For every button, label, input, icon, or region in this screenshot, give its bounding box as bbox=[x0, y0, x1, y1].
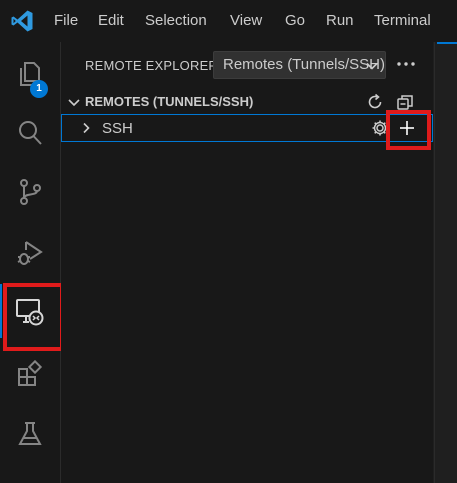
activity-extensions[interactable] bbox=[0, 350, 60, 398]
menu-edit[interactable]: Edit bbox=[98, 12, 124, 29]
editor-tab-accent bbox=[437, 42, 457, 44]
sidebar-header: REMOTE EXPLORER Remotes (Tunnels/SSH) bbox=[61, 42, 433, 87]
section-title: REMOTES (TUNNELS/SSH) bbox=[85, 94, 254, 109]
testing-flask-icon bbox=[18, 422, 42, 445]
chevron-down-icon bbox=[366, 62, 378, 70]
add-plus-icon[interactable] bbox=[397, 118, 417, 138]
search-icon bbox=[19, 121, 42, 145]
remote-view-select-value: Remotes (Tunnels/SSH) bbox=[223, 56, 385, 73]
activity-testing[interactable] bbox=[0, 410, 60, 458]
remote-explorer-icon bbox=[16, 299, 44, 326]
activity-remote-explorer[interactable] bbox=[0, 288, 60, 336]
vscode-logo-icon[interactable] bbox=[10, 9, 34, 33]
sidebar-title: REMOTE EXPLORER bbox=[85, 58, 219, 73]
tree-row-ssh[interactable]: SSH bbox=[61, 114, 433, 142]
activity-search[interactable] bbox=[0, 109, 60, 157]
chevron-down-icon bbox=[68, 99, 80, 107]
settings-gear-icon[interactable] bbox=[370, 118, 390, 138]
activity-source-control[interactable] bbox=[0, 168, 60, 216]
activity-bar: 1 bbox=[0, 42, 61, 483]
refresh-icon[interactable] bbox=[365, 92, 385, 112]
editor-area bbox=[434, 42, 457, 483]
menu-run[interactable]: Run bbox=[326, 12, 354, 29]
sidebar: REMOTE EXPLORER Remotes (Tunnels/SSH) RE… bbox=[61, 42, 433, 483]
more-actions-icon[interactable] bbox=[395, 56, 417, 72]
menu-go[interactable]: Go bbox=[285, 12, 305, 29]
menu-view[interactable]: View bbox=[230, 12, 262, 29]
title-bar: File Edit Selection View Go Run Terminal bbox=[0, 0, 457, 42]
menu-file[interactable]: File bbox=[54, 12, 78, 29]
collapse-all-icon[interactable] bbox=[395, 92, 415, 112]
extensions-icon bbox=[18, 360, 43, 386]
explorer-badge: 1 bbox=[30, 80, 48, 98]
run-debug-icon bbox=[17, 241, 43, 265]
remotes-section-header[interactable]: REMOTES (TUNNELS/SSH) bbox=[61, 91, 433, 113]
chevron-right-icon bbox=[83, 122, 90, 134]
activity-explorer[interactable]: 1 bbox=[0, 50, 60, 98]
source-control-icon bbox=[20, 179, 41, 205]
menu-terminal[interactable]: Terminal bbox=[374, 12, 431, 29]
activity-run-debug[interactable] bbox=[0, 228, 60, 276]
menu-selection[interactable]: Selection bbox=[145, 12, 207, 29]
remote-view-select[interactable]: Remotes (Tunnels/SSH) bbox=[213, 51, 386, 79]
tree-label-ssh: SSH bbox=[102, 120, 133, 137]
